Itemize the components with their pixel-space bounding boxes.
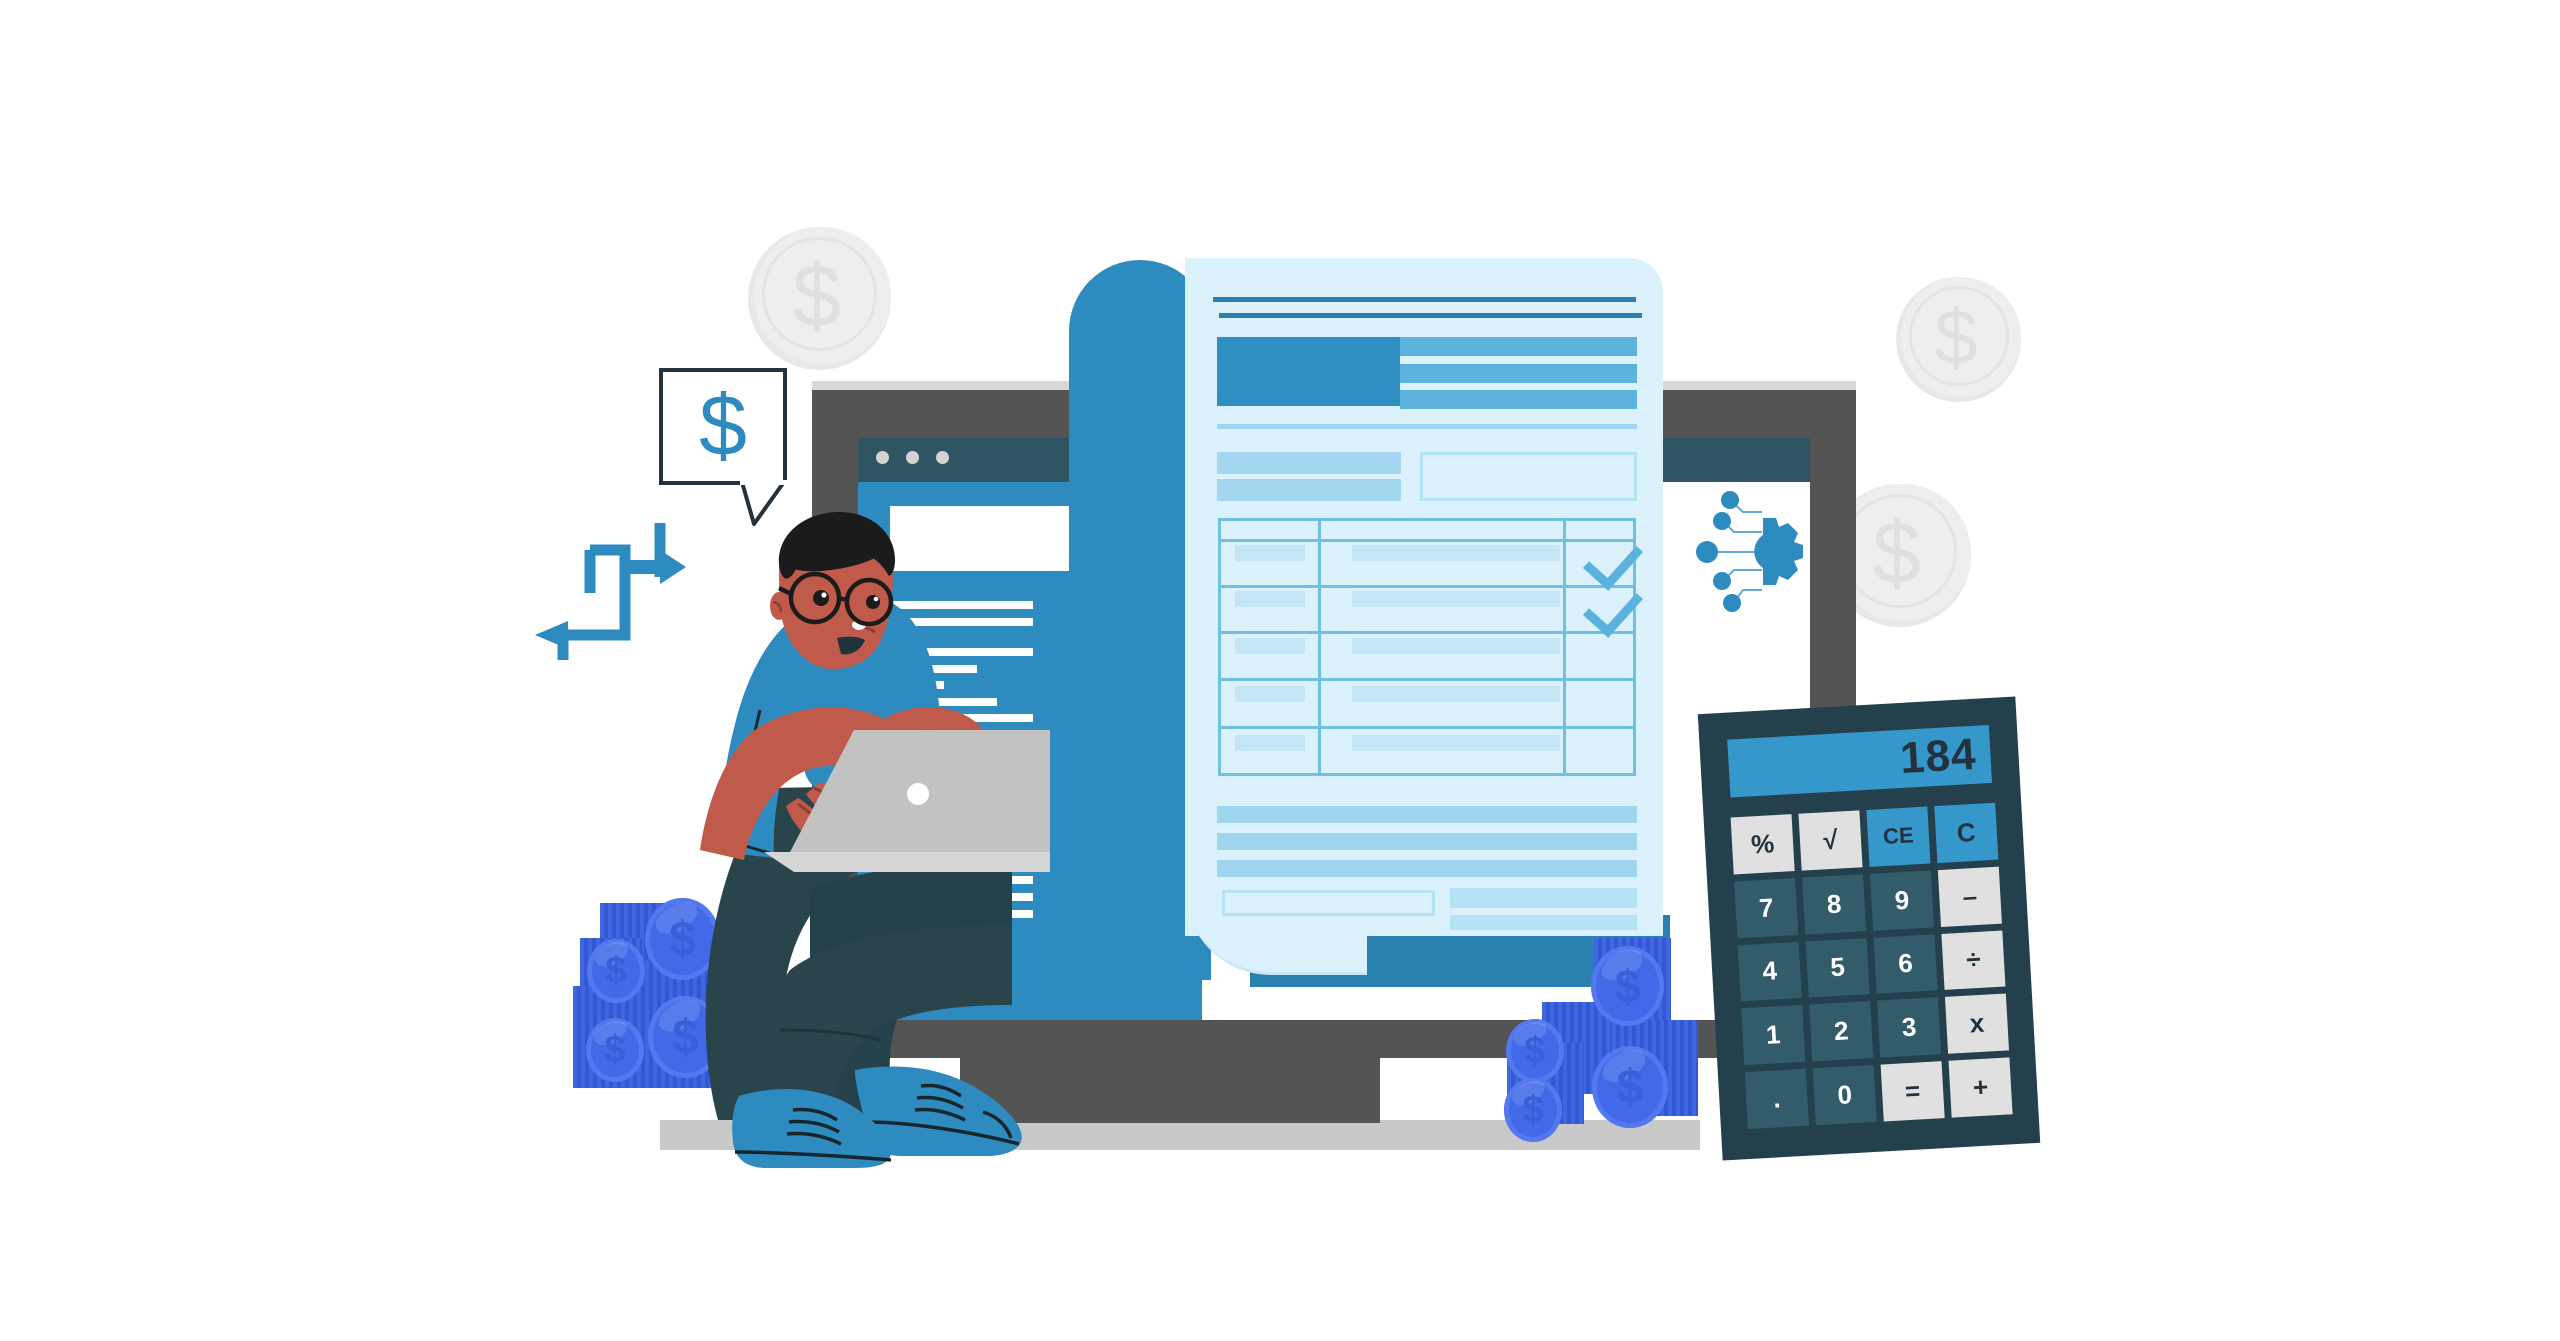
calculator-key-[interactable]: . <box>1744 1068 1809 1130</box>
document-meta-field <box>1217 479 1401 501</box>
table-cell-bar <box>1352 735 1560 751</box>
coin: $ <box>1591 943 1664 1026</box>
document-footer-line <box>1217 860 1637 877</box>
document-meta-field <box>1217 452 1401 474</box>
character-head <box>770 512 895 670</box>
coin: $ <box>587 937 645 1003</box>
calculator-key-9[interactable]: 9 <box>1869 870 1935 931</box>
table-cell-bar <box>1352 591 1560 607</box>
traffic-light-dot[interactable] <box>906 451 919 464</box>
dollar-sign-icon: $ <box>699 378 747 474</box>
dollar-sign-icon: $ <box>1934 292 1978 381</box>
document-header-rule <box>1213 297 1636 302</box>
table-cell-bar <box>1235 545 1305 561</box>
document-footer-line <box>1217 806 1637 823</box>
calculator-keypad: % √ CE C 7 8 9– 4 5 6 ÷ 1 2 3 x. 0 = + <box>1730 802 2013 1130</box>
document-header-bar <box>1400 390 1637 409</box>
laptop-base <box>764 852 1050 872</box>
dollar-sign-icon: $ <box>1616 1060 1644 1114</box>
document-total-bar <box>1450 915 1637 930</box>
calculator-key-2[interactable]: 2 <box>1809 1001 1874 1062</box>
calculator-key-0[interactable]: 0 <box>1812 1065 1877 1126</box>
calculator-key-5[interactable]: 5 <box>1805 937 1870 998</box>
sidebar-hero-card <box>890 506 1089 571</box>
calculator-key-[interactable]: √ <box>1798 810 1863 871</box>
calculator-key-7[interactable]: 7 <box>1734 877 1799 938</box>
dollar-sign-icon: $ <box>792 245 842 345</box>
calculator-key-[interactable]: – <box>1937 866 2002 927</box>
dollar-sign-icon: $ <box>605 949 627 992</box>
laptop <box>764 730 1050 872</box>
calculator-key-C[interactable]: C <box>1934 802 1999 863</box>
table-row-divider <box>1221 678 1633 681</box>
table-row-divider <box>1221 631 1633 634</box>
dollar-sign-icon: $ <box>604 1028 626 1071</box>
calculator-key-[interactable]: % <box>1730 814 1795 875</box>
table-cell-bar <box>1352 686 1560 702</box>
document-divider-rule <box>1217 424 1637 429</box>
dollar-sign-icon: $ <box>1614 960 1641 1012</box>
traffic-light-dot[interactable] <box>936 451 949 464</box>
table-row-divider <box>1221 539 1633 542</box>
table-row-divider <box>1221 585 1633 588</box>
ai-gear-svg <box>1696 491 1803 612</box>
traffic-light-dot[interactable] <box>876 451 889 464</box>
calculator-key-CE[interactable]: CE <box>1866 806 1931 867</box>
document-total-bar <box>1450 888 1637 908</box>
table-cell-bar <box>1235 591 1305 607</box>
dollar-sign-icon: $ <box>1524 1029 1546 1072</box>
document-header-rule <box>1219 313 1642 318</box>
laptop-logo-dot <box>907 783 929 805</box>
calculator-key-6[interactable]: 6 <box>1873 933 1938 995</box>
coin: $ <box>1504 1076 1562 1142</box>
company-logo-block <box>1217 337 1400 406</box>
calculator-key-x[interactable]: x <box>1944 993 2010 1054</box>
table-column-divider <box>1318 521 1321 773</box>
calculator-key-8[interactable]: 8 <box>1802 874 1867 935</box>
signature-field <box>1222 890 1435 916</box>
calculator-key-[interactable]: ÷ <box>1941 930 2006 991</box>
document-footer-line <box>1217 833 1637 850</box>
table-column-divider <box>1563 521 1566 773</box>
desk-calculator: 184 % √ CE C 7 8 9– 4 5 6 ÷ 1 2 3 x. 0 = + <box>1697 696 2041 1161</box>
coin: $ <box>586 1016 644 1082</box>
table-cell-bar <box>1235 638 1305 654</box>
dollar-speech-bubble: $ <box>659 368 787 485</box>
calculator-key-4[interactable]: 4 <box>1737 941 1802 1002</box>
background-coin-left: $ <box>748 227 891 370</box>
calculator-key-1[interactable]: 1 <box>1741 1005 1806 1066</box>
table-cell-bar <box>1235 735 1305 751</box>
table-cell-bar <box>1235 686 1305 702</box>
document-header-bar <box>1400 337 1637 356</box>
calculator-display: 184 <box>1727 724 1993 798</box>
ai-automation-gear <box>1680 490 1830 620</box>
illustration-canvas: $ $ $ $ $ $ $ 184 % √ CE C 7 8 9 – 4 5 6… <box>0 0 2560 1341</box>
dollar-sign-icon: $ <box>1522 1088 1544 1131</box>
arrow-head-left <box>535 621 568 649</box>
table-cell-bar <box>1352 638 1560 654</box>
background-coin-top-right: $ <box>1896 277 2021 402</box>
document-meta-box <box>1420 452 1637 501</box>
coin: $ <box>1592 1043 1668 1128</box>
calculator-display-value: 184 <box>1898 729 1978 783</box>
calculator-key-[interactable]: = <box>1880 1061 1945 1122</box>
calculator-key-3[interactable]: 3 <box>1877 997 1942 1058</box>
table-cell-bar <box>1352 545 1560 561</box>
table-row-divider <box>1221 726 1633 729</box>
coin: $ <box>1506 1017 1564 1083</box>
character-shoes <box>732 1066 1022 1168</box>
calculator-key-[interactable]: + <box>1948 1057 2013 1118</box>
document-header-bar <box>1400 364 1637 383</box>
